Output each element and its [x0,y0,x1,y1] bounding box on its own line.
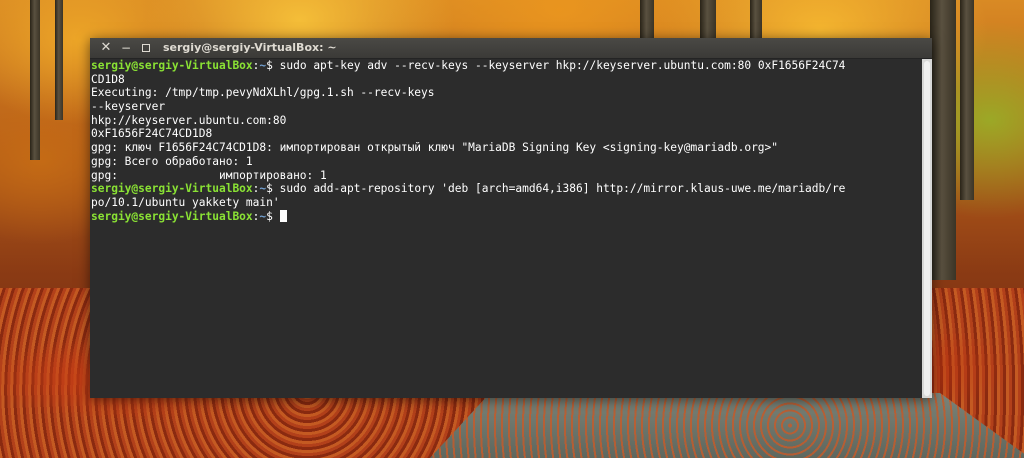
output-text: po/10.1/ubuntu yakkety main' [91,195,280,209]
output-text: 0xF1656F24C74CD1D8 [91,127,213,141]
command-text: sudo apt-key adv --recv-keys --keyserver… [272,59,846,72]
output-text: gpg: импортировано: 1 [91,168,327,182]
tree-trunk [960,0,974,200]
scrollbar-thumb[interactable] [924,61,930,396]
scrollbar[interactable] [922,59,932,398]
output-text: gpg: ключ F1656F24C74CD1D8: импортирован… [91,141,779,155]
close-icon[interactable]: ✕ [98,40,114,56]
window-titlebar[interactable]: ✕ − sergiy@sergiy-VirtualBox: ~ [90,38,932,59]
output-text: gpg: Всего обработано: 1 [91,154,253,168]
prompt-user-host: sergiy@sergiy-VirtualBox [91,59,253,72]
command-text [273,210,280,223]
output-text: hkp://keyserver.ubuntu.com:80 [91,113,287,127]
output-text: Executing: /tmp/tmp.pevyNdXLhl/gpg.1.sh … [91,86,435,100]
tree-trunk [30,0,40,160]
terminal-output-line: CD1D8 [91,73,921,87]
forest-path [430,393,1024,458]
terminal-output-area[interactable]: sergiy@sergiy-VirtualBox:~$ sudo apt-key… [90,59,922,398]
tree-trunk [930,0,956,280]
window-title: sergiy@sergiy-VirtualBox: ~ [163,41,337,54]
minimize-icon[interactable]: − [118,40,134,56]
prompt-dollar: $ [266,59,273,72]
terminal-cursor [279,209,287,222]
terminal-prompt-line: sergiy@sergiy-VirtualBox:~$ sudo add-apt… [91,182,921,196]
prompt-user-host: sergiy@sergiy-VirtualBox [91,182,253,196]
terminal-output-line: hkp://keyserver.ubuntu.com:80 [91,114,921,128]
terminal-output-line: 0xF1656F24C74CD1D8 [91,127,921,141]
tree-trunk [55,0,63,120]
prompt-dollar: $ [266,182,273,196]
terminal-output-line: gpg: Всего обработано: 1 [91,155,921,169]
terminal-output-line: gpg: импортировано: 1 [91,169,921,183]
terminal-output-line: po/10.1/ubuntu yakkety main' [91,196,921,210]
terminal-output-line: --keyserver [91,100,921,114]
terminal-output-line: gpg: ключ F1656F24C74CD1D8: импортирован… [91,141,921,155]
command-text: sudo add-apt-repository 'deb [arch=amd64… [272,182,846,196]
output-text: CD1D8 [91,72,125,86]
prompt-user-host: sergiy@sergiy-VirtualBox [91,209,253,223]
prompt-dollar: $ [266,209,273,223]
terminal-output-line: Executing: /tmp/tmp.pevyNdXLhl/gpg.1.sh … [91,86,921,100]
maximize-icon[interactable] [138,40,154,56]
terminal-prompt-line: sergiy@sergiy-VirtualBox:~$ sudo apt-key… [91,59,921,73]
tree-trunk [750,0,762,40]
terminal-prompt-line: sergiy@sergiy-VirtualBox:~$ [91,209,921,224]
terminal-text[interactable]: sergiy@sergiy-VirtualBox:~$ sudo apt-key… [91,59,921,223]
output-text: --keyserver [91,100,166,114]
terminal-window: ✕ − sergiy@sergiy-VirtualBox: ~ sergiy@s… [90,38,932,398]
